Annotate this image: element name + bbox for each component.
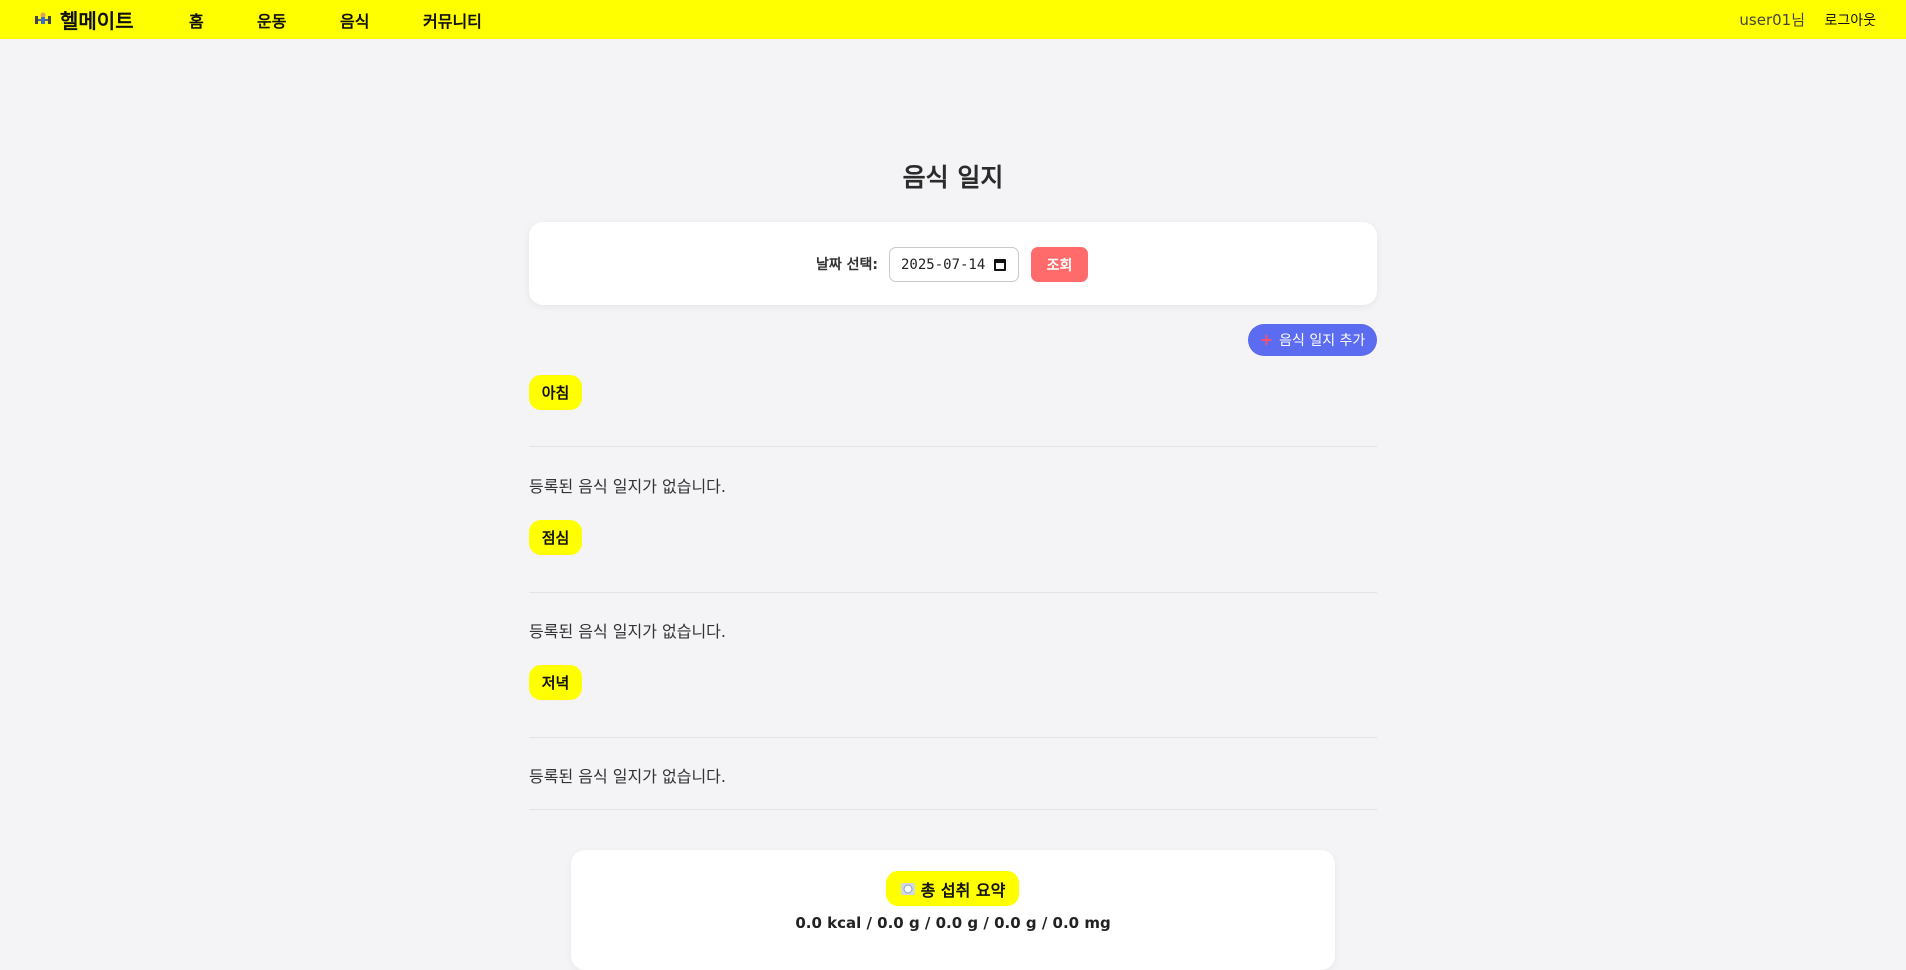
nav-home[interactable]: 홈 bbox=[189, 0, 204, 39]
empty-message-breakfast: 등록된 음식 일지가 없습니다. bbox=[529, 477, 726, 496]
plus-icon: + bbox=[1259, 330, 1274, 349]
user-greeting: user01님 bbox=[1739, 11, 1805, 29]
intake-summary-card: 총 섭취 요약 0.0 kcal / 0.0 g / 0.0 g / 0.0 g… bbox=[571, 850, 1335, 970]
meal-badge-lunch: 점심 bbox=[529, 520, 582, 555]
calendar-icon[interactable] bbox=[994, 259, 1006, 271]
divider bbox=[529, 446, 1377, 447]
summary-title: 총 섭취 요약 bbox=[920, 880, 1006, 900]
date-label: 날짜 선택: bbox=[816, 256, 878, 273]
meal-badge-dinner: 저녁 bbox=[529, 665, 582, 700]
plate-icon bbox=[900, 881, 916, 897]
logout-button[interactable]: 로그아웃 bbox=[1824, 0, 1876, 39]
divider bbox=[529, 809, 1377, 810]
nav-exercise[interactable]: 운동 bbox=[257, 0, 286, 39]
top-nav-bar: 헬메이트 홈 운동 음식 커뮤니티 user01님 로그아웃 bbox=[0, 0, 1906, 39]
divider bbox=[529, 592, 1377, 593]
search-button[interactable]: 조회 bbox=[1031, 247, 1088, 282]
empty-message-lunch: 등록된 음식 일지가 없습니다. bbox=[529, 622, 726, 641]
date-filter-card: 날짜 선택: 2025-07-14 조회 bbox=[529, 222, 1377, 305]
date-value: 2025-07-14 bbox=[901, 256, 986, 273]
date-input[interactable]: 2025-07-14 bbox=[889, 247, 1019, 282]
brand-logo[interactable]: 헬메이트 bbox=[32, 0, 134, 39]
summary-title-badge: 총 섭취 요약 bbox=[886, 871, 1019, 906]
add-food-log-label: 음식 일지 추가 bbox=[1279, 333, 1366, 349]
meal-badge-breakfast: 아침 bbox=[529, 375, 582, 410]
divider bbox=[529, 737, 1377, 738]
dumbbell-icon bbox=[32, 9, 54, 31]
page-title: 음식 일지 bbox=[902, 163, 1004, 192]
empty-message-dinner: 등록된 음식 일지가 없습니다. bbox=[529, 767, 726, 786]
nav-food[interactable]: 음식 bbox=[340, 0, 369, 39]
nav-community[interactable]: 커뮤니티 bbox=[423, 0, 482, 39]
brand-name: 헬메이트 bbox=[60, 9, 134, 33]
summary-values: 0.0 kcal / 0.0 g / 0.0 g / 0.0 g / 0.0 m… bbox=[795, 914, 1111, 932]
add-food-log-button[interactable]: + 음식 일지 추가 bbox=[1248, 324, 1377, 356]
